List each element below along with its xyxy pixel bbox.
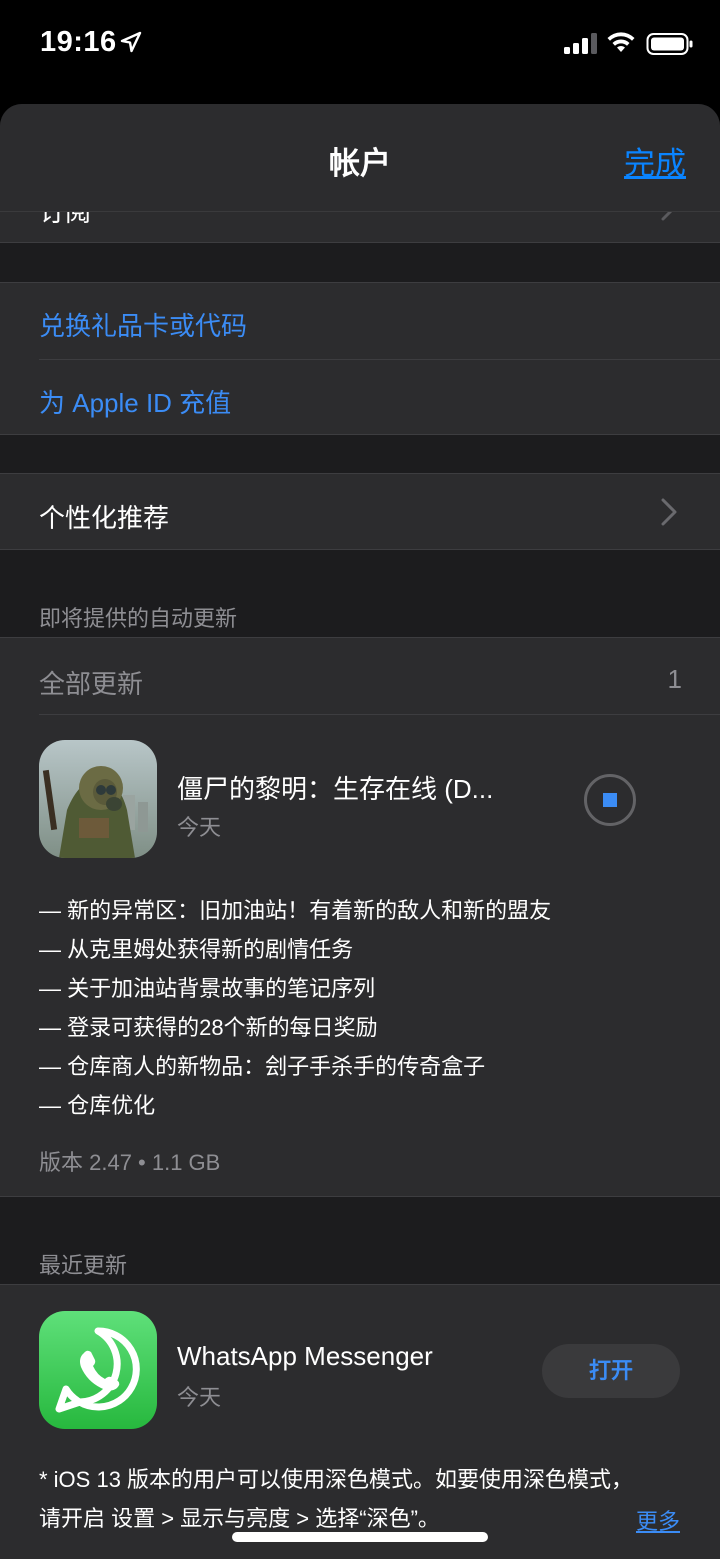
wifi-icon xyxy=(607,32,635,52)
release-note-line: — 关于加油站背景故事的笔记序列 xyxy=(39,976,376,1001)
pending-updates-group: 全部更新 1 僵尸的黎明：生存在线 (D... 今天 — 新的异常区：旧加油站！… xyxy=(0,637,720,1197)
status-bar: 19:16 xyxy=(0,0,720,90)
whatsapp-release-notes: * iOS 13 版本的用户可以使用深色模式。如要使用深色模式， 请开启 设置 … xyxy=(39,1460,633,1538)
recent-updates-group: WhatsApp Messenger 今天 打开 * iOS 13 版本的用户可… xyxy=(0,1284,720,1559)
location-arrow-icon xyxy=(120,31,142,53)
personalized-recommendations-row[interactable]: 个性化推荐 xyxy=(0,473,720,550)
version-info: 版本 2.47 • 1.1 GB xyxy=(39,1150,221,1175)
release-note-line: — 从克里姆处获得新的剧情任务 xyxy=(39,937,354,962)
pending-app-name: 僵尸的黎明：生存在线 (D... xyxy=(177,774,494,804)
stop-download-button[interactable] xyxy=(584,774,636,826)
pending-app-date: 今天 xyxy=(177,815,222,840)
release-note-line: * iOS 13 版本的用户可以使用深色模式。如要使用深色模式， xyxy=(39,1467,634,1492)
done-button[interactable]: 完成 xyxy=(624,138,686,183)
battery-icon xyxy=(646,33,693,55)
recent-updates-header: 最近更新 xyxy=(39,1253,128,1278)
links-group: 兑换礼品卡或代码 为 Apple ID 充值 xyxy=(0,282,720,435)
open-button[interactable]: 打开 xyxy=(542,1344,680,1398)
stop-icon xyxy=(603,793,617,807)
cellular-signal-icon xyxy=(564,33,597,54)
home-indicator[interactable] xyxy=(232,1532,488,1542)
recent-app-date: 今天 xyxy=(177,1385,222,1410)
chevron-right-icon xyxy=(661,498,677,526)
update-count: 1 xyxy=(667,664,682,694)
page-title: 帐户 xyxy=(329,146,391,181)
release-note-line: — 仓库优化 xyxy=(39,1093,156,1118)
release-note-line: — 新的异常区：旧加油站！有着新的敌人和新的盟友 xyxy=(39,898,552,923)
recent-app-name: WhatsApp Messenger xyxy=(177,1341,433,1371)
divider xyxy=(39,359,720,360)
status-time: 19:16 xyxy=(40,26,117,58)
release-notes: — 新的异常区：旧加油站！有着新的敌人和新的盟友 — 从克里姆处获得新的剧情任务… xyxy=(39,891,551,1125)
game-app-icon[interactable] xyxy=(39,740,157,858)
release-note-line: — 仓库商人的新物品：刽子手杀手的传奇盒子 xyxy=(39,1054,486,1079)
add-funds-link[interactable]: 为 Apple ID 充值 xyxy=(39,383,231,420)
redeem-gift-card-link[interactable]: 兑换礼品卡或代码 xyxy=(39,306,247,343)
account-sheet: 帐户 完成 订阅 兑换礼品卡或代码 为 Apple ID 充值 个性化推荐 即将… xyxy=(0,104,720,1559)
divider xyxy=(39,714,720,715)
whatsapp-app-icon[interactable] xyxy=(39,1311,157,1429)
more-link[interactable]: 更多 xyxy=(636,1504,680,1536)
personalized-recommendations-label: 个性化推荐 xyxy=(39,503,170,533)
pending-updates-header: 即将提供的自动更新 xyxy=(39,606,238,631)
navigation-bar: 帐户 完成 xyxy=(0,104,720,212)
release-note-line: — 登录可获得的28个新的每日奖励 xyxy=(39,1015,378,1040)
update-all-button[interactable]: 全部更新 xyxy=(39,664,143,701)
